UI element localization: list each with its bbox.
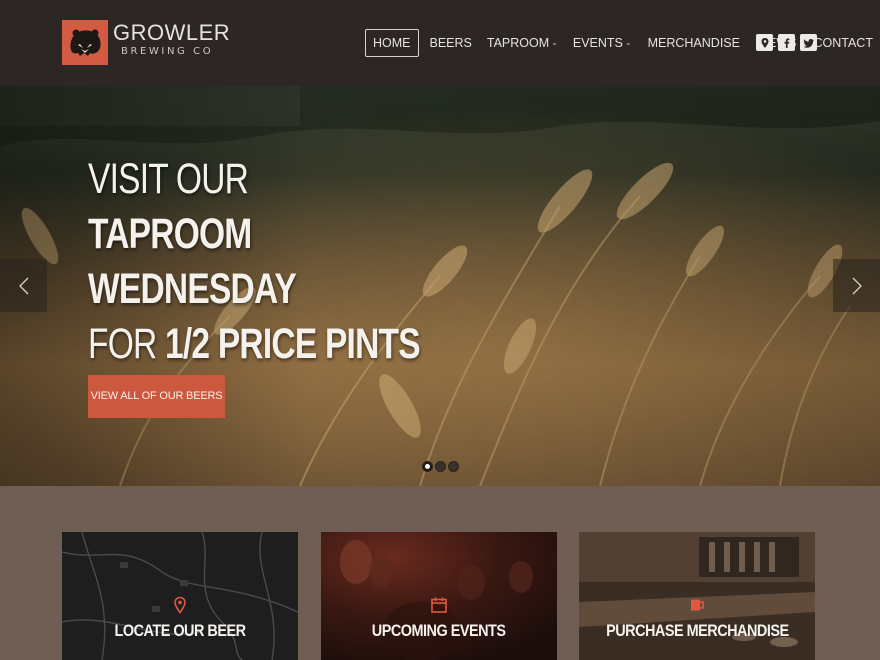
- nav-merchandise[interactable]: MERCHANDISE: [648, 29, 740, 57]
- hero-line-2: TAPROOM: [88, 210, 252, 258]
- brand-subtitle: BREWING CO: [121, 46, 214, 57]
- chevron-right-icon: [852, 277, 862, 294]
- twitter-icon: [802, 38, 814, 48]
- slider-next-button[interactable]: [833, 259, 880, 312]
- main-nav: HOME BEERS TAPROOM ⌄ EVENTS ⌄ MERCHANDISE …: [365, 29, 873, 57]
- card-purchase-merchandise[interactable]: PURCHASE MERCHANDISE: [579, 532, 815, 660]
- social-map-button[interactable]: [756, 34, 773, 51]
- brand[interactable]: GROWLER BREWING CO: [113, 21, 230, 59]
- card-title: UPCOMING EVENTS: [321, 621, 557, 641]
- bear-logo-icon: [62, 20, 108, 65]
- hero-slider: VISIT OUR TAPROOM WEDNESDAY FOR 1/2 PRIC…: [0, 86, 880, 486]
- map-pin-icon: [761, 37, 768, 48]
- nav-beers-label: BEERS: [429, 36, 472, 50]
- nav-contact[interactable]: CONTACT: [813, 29, 873, 57]
- social-twitter-button[interactable]: [800, 34, 817, 51]
- social-facebook-button[interactable]: [778, 34, 795, 51]
- nav-home-label: HOME: [373, 36, 411, 50]
- card-upcoming-events[interactable]: UPCOMING EVENTS: [321, 532, 557, 660]
- hero-line-4-prefix: FOR: [88, 320, 166, 368]
- nav-events[interactable]: EVENTS ⌄: [573, 29, 632, 57]
- card-icon-wrap: [62, 596, 298, 614]
- card-title: PURCHASE MERCHANDISE: [579, 621, 815, 641]
- slider-dot[interactable]: [435, 461, 446, 472]
- chevron-down-icon: ⌄: [624, 38, 632, 47]
- hero-line-4: FOR 1/2 PRICE PINTS: [88, 317, 421, 372]
- card-title: LOCATE OUR BEER: [62, 621, 298, 641]
- card-title-text: LOCATE OUR BEER: [114, 621, 246, 640]
- card-icon-wrap: [321, 596, 557, 614]
- map-pin-icon: [174, 596, 186, 614]
- nav-merchandise-label: MERCHANDISE: [647, 36, 740, 50]
- hero-line-1: VISIT OUR: [88, 155, 249, 203]
- card-icon-wrap: [579, 596, 815, 614]
- chevron-left-icon: [18, 277, 28, 294]
- chevron-down-icon: ⌄: [551, 38, 558, 47]
- hero-headline: VISIT OUR TAPROOM WEDNESDAY FOR 1/2 PRIC…: [88, 152, 513, 372]
- hero-line-3: WEDNESDAY: [88, 265, 297, 313]
- site-header: GROWLER BREWING CO HOME BEERS TAPROOM ⌄ E…: [0, 0, 880, 86]
- slider-prev-button[interactable]: [0, 259, 47, 312]
- nav-contact-label: CONTACT: [813, 36, 873, 50]
- slider-dot[interactable]: [422, 461, 433, 472]
- nav-taproom[interactable]: TAPROOM ⌄: [487, 29, 558, 57]
- slider-dot[interactable]: [448, 461, 459, 472]
- logo[interactable]: [62, 20, 108, 65]
- view-beers-button[interactable]: VIEW ALL OF OUR BEERS: [88, 375, 225, 418]
- card-title-text: PURCHASE MERCHANDISE: [605, 621, 789, 640]
- brand-name: GROWLER: [113, 20, 231, 45]
- nav-beers[interactable]: BEERS: [430, 29, 472, 57]
- nav-taproom-label: TAPROOM: [486, 36, 550, 50]
- card-locate-beer[interactable]: LOCATE OUR BEER: [62, 532, 298, 660]
- hero-line-4-highlight: 1/2 PRICE PINTS: [165, 320, 421, 368]
- nav-events-label: EVENTS: [572, 36, 623, 50]
- card-title-text: UPCOMING EVENTS: [372, 621, 506, 640]
- slider-pagination: [422, 461, 459, 472]
- nav-home[interactable]: HOME: [365, 29, 419, 57]
- calendar-icon: [431, 597, 447, 613]
- facebook-icon: [784, 38, 789, 48]
- mug-icon: [691, 599, 704, 611]
